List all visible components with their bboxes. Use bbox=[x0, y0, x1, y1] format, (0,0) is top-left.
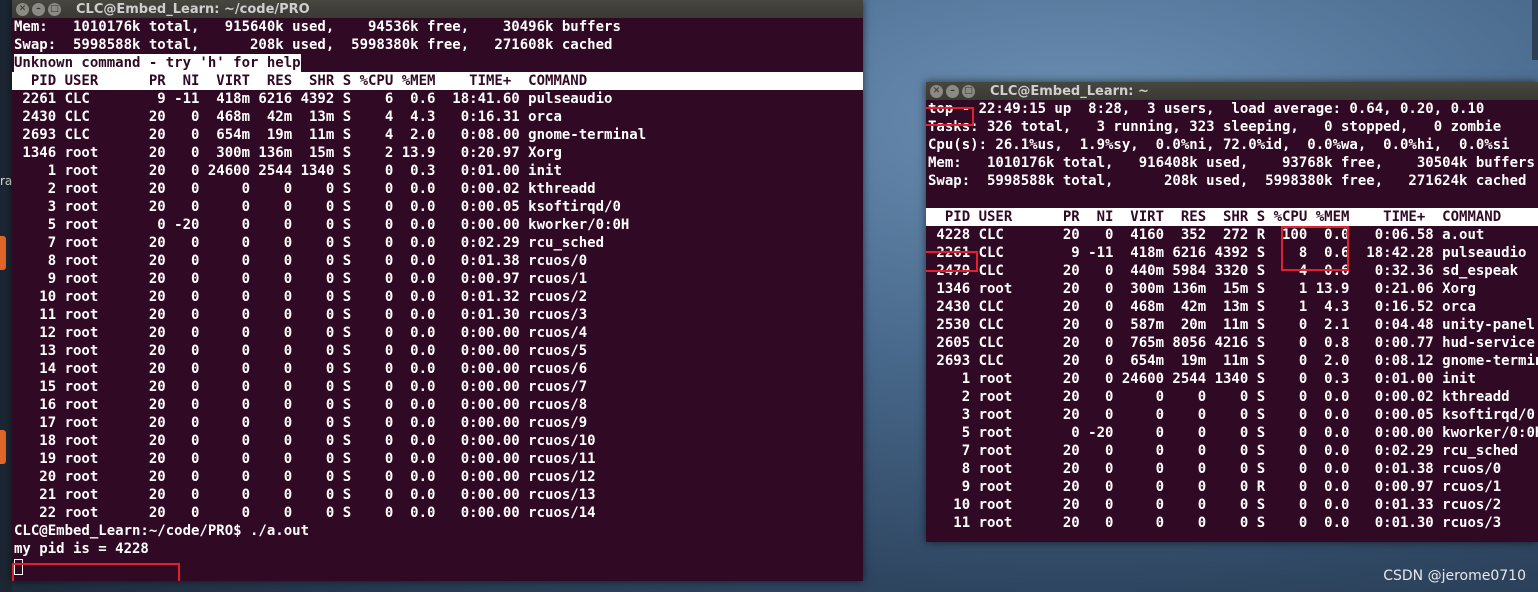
process-row: 15 root 20 0 0 0 0 S 0 0.0 0:00.00 rcuos… bbox=[14, 379, 588, 395]
desktop-side-text: ra bbox=[0, 174, 13, 188]
maximize-icon[interactable]: □ bbox=[48, 2, 61, 16]
process-row: 9 root 20 0 0 0 0 R 0 0.0 0:00.97 rcuos/… bbox=[928, 479, 1502, 495]
process-row: 4228 CLC 20 0 4160 352 272 R 100 0.0 0:0… bbox=[928, 227, 1485, 243]
window-title: CLC@Embed_Learn: ~ bbox=[990, 83, 1149, 99]
process-row: 14 root 20 0 0 0 0 S 0 0.0 0:00.00 rcuos… bbox=[14, 361, 588, 377]
process-row: 18 root 20 0 0 0 0 S 0 0.0 0:00.00 rcuos… bbox=[14, 433, 596, 449]
swap-summary-line: Swap: 5998588k total, 208k used, 5998380… bbox=[928, 173, 1527, 189]
process-table: 4228 CLC 20 0 4160 352 272 R 100 0.0 0:0… bbox=[926, 226, 1538, 532]
process-row: 2261 CLC 9 -11 418m 6216 4392 S 8 0.6 18… bbox=[928, 245, 1527, 261]
mem-summary-line: Mem: 1010176k total, 915640k used, 94536… bbox=[14, 19, 621, 35]
process-row: 8 root 20 0 0 0 0 S 0 0.0 0:01.38 rcuos/… bbox=[14, 253, 588, 269]
process-row: 10 root 20 0 0 0 0 S 0 0.0 0:01.32 rcuos… bbox=[14, 289, 588, 305]
desktop-launcher-strip bbox=[0, 0, 12, 592]
process-row: 13 root 20 0 0 0 0 S 0 0.0 0:00.00 rcuos… bbox=[14, 343, 588, 359]
highlight-box-pid-output bbox=[12, 563, 180, 581]
terminal-content[interactable]: top - 22:49:15 up 8:28, 3 users, load av… bbox=[926, 100, 1538, 542]
process-row: 2693 CLC 20 0 654m 19m 11m S 4 2.0 0:08.… bbox=[14, 127, 647, 143]
launcher-app-icon[interactable] bbox=[0, 236, 6, 270]
shell-prompt-line: CLC@Embed_Learn:~/code/PRO$ ./a.out bbox=[14, 523, 310, 539]
process-row: 7 root 20 0 0 0 0 S 0 0.0 0:02.29 rcu_sc… bbox=[14, 235, 605, 251]
terminal-content[interactable]: Mem: 1010176k total, 915640k used, 94536… bbox=[12, 18, 863, 581]
process-row: 2605 CLC 20 0 765m 8056 4216 S 0 0.8 0:0… bbox=[928, 335, 1535, 351]
process-row: 1346 root 20 0 300m 136m 15m S 1 13.9 0:… bbox=[928, 281, 1476, 297]
process-row: 5 root 0 -20 0 0 0 S 0 0.0 0:00.00 kwork… bbox=[14, 217, 630, 233]
window-titlebar[interactable]: ✕ – □ CLC@Embed_Learn: ~ bbox=[926, 82, 1538, 100]
status-message-line: Unknown command - try 'h' for help bbox=[12, 54, 863, 72]
highlight-box-cpu bbox=[1281, 226, 1349, 271]
mem-summary-line: Mem: 1010176k total, 916408k used, 93768… bbox=[928, 155, 1535, 171]
process-row: 1 root 20 0 24600 2544 1340 S 0 0.3 0:01… bbox=[14, 163, 562, 179]
process-row: 2530 CLC 20 0 587m 20m 11m S 0 2.1 0:04.… bbox=[928, 317, 1535, 333]
status-message: Unknown command - try 'h' for help bbox=[14, 54, 301, 72]
close-icon[interactable]: ✕ bbox=[930, 84, 943, 98]
process-row: 2 root 20 0 0 0 0 S 0 0.0 0:00.02 kthrea… bbox=[928, 389, 1510, 405]
process-table-header: PID USER PR NI VIRT RES SHR S %CPU %MEM … bbox=[926, 208, 1538, 226]
process-row: 22 root 20 0 0 0 0 S 0 0.0 0:00.00 rcuos… bbox=[14, 505, 596, 521]
process-row: 10 root 20 0 0 0 0 S 0 0.0 0:01.33 rcuos… bbox=[928, 497, 1502, 513]
process-row: 20 root 20 0 0 0 0 S 0 0.0 0:00.00 rcuos… bbox=[14, 469, 596, 485]
process-row: 16 root 20 0 0 0 0 S 0 0.0 0:00.00 rcuos… bbox=[14, 397, 588, 413]
process-row: 3 root 20 0 0 0 0 S 0 0.0 0:00.05 ksofti… bbox=[14, 199, 621, 215]
process-table-header: PID USER PR NI VIRT RES SHR S %CPU %MEM … bbox=[12, 72, 863, 90]
minimize-icon[interactable]: – bbox=[32, 2, 45, 16]
highlight-box-top-command bbox=[926, 107, 974, 126]
maximize-icon[interactable]: □ bbox=[962, 84, 975, 98]
top-uptime-line: top - 22:49:15 up 8:28, 3 users, load av… bbox=[928, 101, 1485, 117]
window-title: CLC@Embed_Learn: ~/code/PRO bbox=[76, 1, 310, 17]
tasks-summary-line: Tasks: 326 total, 3 running, 323 sleepin… bbox=[928, 119, 1502, 135]
process-row: 8 root 20 0 0 0 0 S 0 0.0 0:01.38 rcuos/… bbox=[928, 461, 1502, 477]
minimize-icon[interactable]: – bbox=[946, 84, 959, 98]
process-row: 2693 CLC 20 0 654m 19m 11m S 0 2.0 0:08.… bbox=[928, 353, 1538, 369]
process-row: 2430 CLC 20 0 468m 42m 13m S 4 4.3 0:16.… bbox=[14, 109, 562, 125]
window-titlebar[interactable]: ✕ – □ CLC@Embed_Learn: ~/code/PRO bbox=[12, 0, 863, 18]
process-row: 3 root 20 0 0 0 0 S 0 0.0 0:00.05 ksofti… bbox=[928, 407, 1535, 423]
process-row: 11 root 20 0 0 0 0 S 0 0.0 0:01.30 rcuos… bbox=[928, 515, 1502, 531]
process-row: 1 root 20 0 24600 2544 1340 S 0 0.3 0:01… bbox=[928, 371, 1476, 387]
process-table: 2261 CLC 9 -11 418m 6216 4392 S 6 0.6 18… bbox=[12, 90, 863, 522]
process-row: 12 root 20 0 0 0 0 S 0 0.0 0:00.00 rcuos… bbox=[14, 325, 588, 341]
program-output-line: my pid is = 4228 bbox=[14, 541, 149, 557]
process-row: 2430 CLC 20 0 468m 42m 13m S 1 4.3 0:16.… bbox=[928, 299, 1476, 315]
cpu-summary-line: Cpu(s): 26.1%us, 1.9%sy, 0.0%ni, 72.0%id… bbox=[928, 137, 1510, 153]
close-icon[interactable]: ✕ bbox=[16, 2, 29, 16]
process-row: 7 root 20 0 0 0 0 S 0 0.0 0:02.29 rcu_sc… bbox=[928, 443, 1519, 459]
highlight-box-pid bbox=[926, 251, 978, 272]
process-row: 2 root 20 0 0 0 0 S 0 0.0 0:00.02 kthrea… bbox=[14, 181, 596, 197]
process-row: 5 root 0 -20 0 0 0 S 0 0.0 0:00.00 kwork… bbox=[928, 425, 1538, 441]
process-row: 19 root 20 0 0 0 0 S 0 0.0 0:00.00 rcuos… bbox=[14, 451, 596, 467]
watermark: CSDN @jerome0710 bbox=[1383, 568, 1526, 584]
process-row: 9 root 20 0 0 0 0 S 0 0.0 0:00.97 rcuos/… bbox=[14, 271, 588, 287]
process-row: 17 root 20 0 0 0 0 S 0 0.0 0:00.00 rcuos… bbox=[14, 415, 588, 431]
launcher-app-icon[interactable] bbox=[0, 430, 6, 464]
process-row: 11 root 20 0 0 0 0 S 0 0.0 0:01.30 rcuos… bbox=[14, 307, 588, 323]
terminal-window-right[interactable]: ✕ – □ CLC@Embed_Learn: ~ top - 22:49:15 … bbox=[926, 82, 1538, 542]
swap-summary-line: Swap: 5998588k total, 208k used, 5998380… bbox=[14, 37, 613, 53]
process-row: 1346 root 20 0 300m 136m 15m S 2 13.9 0:… bbox=[14, 145, 562, 161]
desktop-edge bbox=[1532, 0, 1538, 60]
terminal-window-left[interactable]: ✕ – □ CLC@Embed_Learn: ~/code/PRO Mem: 1… bbox=[12, 0, 863, 581]
process-row: 2261 CLC 9 -11 418m 6216 4392 S 6 0.6 18… bbox=[14, 91, 613, 107]
process-row: 21 root 20 0 0 0 0 S 0 0.0 0:00.00 rcuos… bbox=[14, 487, 596, 503]
process-row: 2479 CLC 20 0 440m 5984 3320 S 4 0.6 0:3… bbox=[928, 263, 1519, 279]
